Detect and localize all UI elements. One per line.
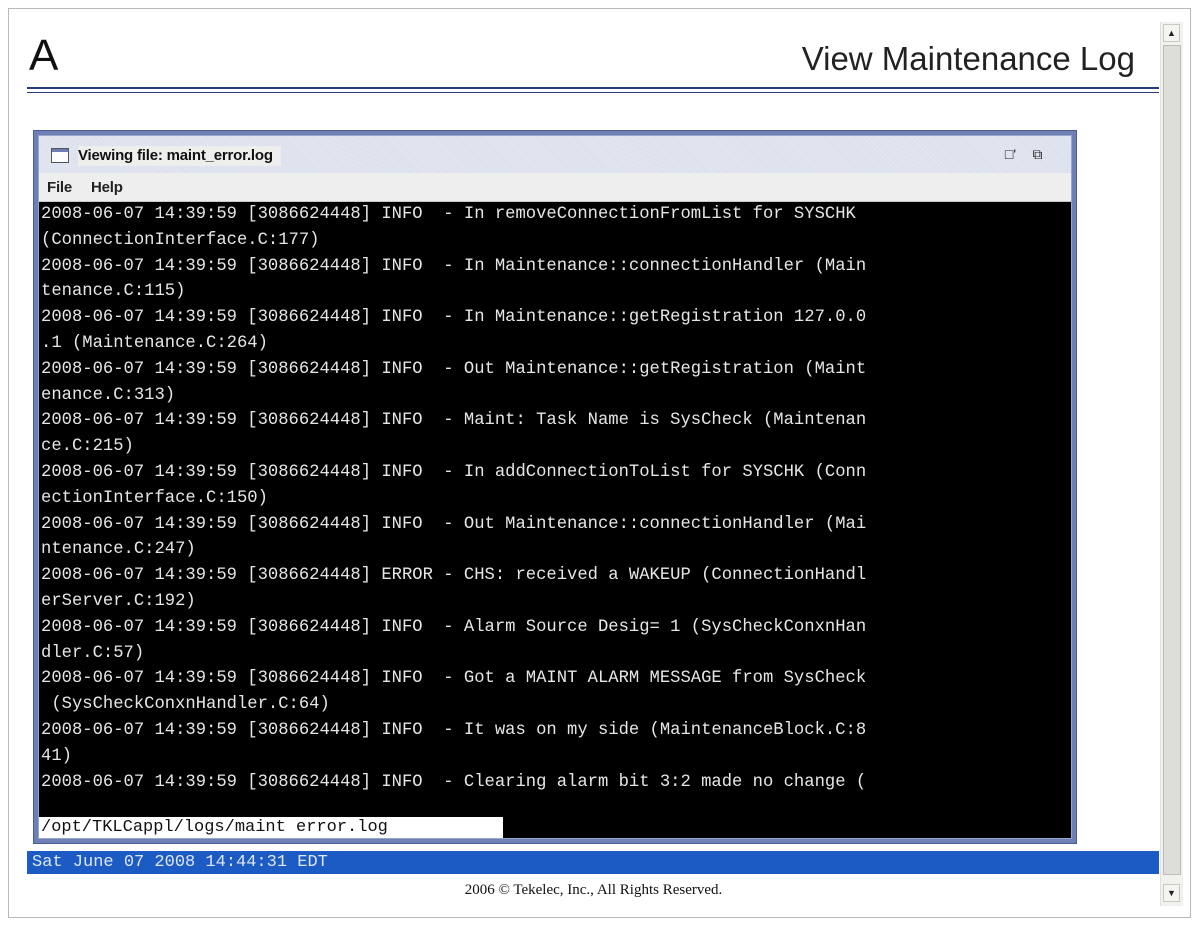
- log-line: 2008-06-07 14:39:59 [3086624448] INFO - …: [41, 720, 867, 740]
- log-line: ce.C:215): [41, 437, 134, 457]
- log-line: 2008-06-07 14:39:59 [3086624448] INFO - …: [41, 205, 856, 224]
- scroll-thumb[interactable]: [1163, 45, 1181, 875]
- status-datetime: Sat June 07 2008 14:44:31 EDT: [32, 853, 328, 872]
- log-line: tenance.C:115): [41, 282, 186, 302]
- log-line: ectionInterface.C:150): [41, 488, 268, 508]
- log-line: ntenance.C:247): [41, 540, 196, 560]
- log-line: 2008-06-07 14:39:59 [3086624448] INFO - …: [41, 514, 867, 534]
- log-line: .1 (Maintenance.C:264): [41, 333, 268, 353]
- page-title: View Maintenance Log: [801, 40, 1135, 77]
- log-line: 2008-06-07 14:39:59 [3086624448] INFO - …: [41, 462, 867, 482]
- log-line: 2008-06-07 14:39:59 [3086624448] INFO - …: [41, 256, 867, 276]
- log-line: 2008-06-07 14:39:59 [3086624448] INFO - …: [41, 617, 867, 637]
- file-path: /opt/TKLCappl/logs/maint error.log: [39, 817, 503, 838]
- scroll-down-icon[interactable]: ▼: [1163, 884, 1180, 902]
- log-line: 2008-06-07 14:39:59 [3086624448] INFO - …: [41, 669, 867, 689]
- log-viewer-window: Viewing file: maint_error.log □ʹ ⧉ File …: [33, 130, 1077, 844]
- copyright: 2006 © Tekelec, Inc., All Rights Reserve…: [464, 882, 723, 898]
- log-line: 2008-06-07 14:39:59 [3086624448] INFO - …: [41, 359, 867, 379]
- log-line: dler.C:57): [41, 643, 145, 663]
- log-line: 41): [41, 746, 72, 766]
- window-titlebar[interactable]: Viewing file: maint_error.log □ʹ ⧉: [39, 136, 1071, 173]
- header-rule-thin: [27, 92, 1159, 93]
- log-text-area[interactable]: 2008-06-07 14:39:59 [3086624448] INFO - …: [39, 202, 1071, 838]
- window-title: Viewing file: maint_error.log: [78, 146, 281, 166]
- log-line: 2008-06-07 14:39:59 [3086624448] INFO - …: [41, 411, 867, 431]
- scroll-up-icon[interactable]: ▲: [1163, 24, 1180, 42]
- maximize-icon[interactable]: ⧉: [1029, 146, 1046, 163]
- page: A View Maintenance Log Viewing file: mai…: [9, 9, 1160, 917]
- header-rule: [27, 87, 1159, 89]
- status-bar: Sat June 07 2008 14:44:31 EDT: [27, 851, 1159, 874]
- log-line: (SysCheckConxnHandler.C:64): [41, 695, 330, 715]
- minimize-icon[interactable]: □ʹ: [1002, 146, 1019, 163]
- log-line: enance.C:313): [41, 385, 176, 405]
- log-line: (ConnectionInterface.C:177): [41, 230, 320, 250]
- log-line: erServer.C:192): [41, 591, 196, 611]
- logo: A: [29, 31, 59, 80]
- menu-help[interactable]: Help: [91, 179, 123, 196]
- log-line: 2008-06-07 14:39:59 [3086624448] INFO - …: [41, 308, 867, 328]
- page-scrollbar[interactable]: ▲ ▼: [1160, 22, 1183, 906]
- log-viewer-body: Viewing file: maint_error.log □ʹ ⧉ File …: [38, 135, 1072, 839]
- log-line: 2008-06-07 14:39:59 [3086624448] ERROR -…: [41, 566, 867, 586]
- log-line: 2008-06-07 14:39:59 [3086624448] INFO - …: [41, 772, 867, 792]
- menu-bar: File Help: [39, 173, 1071, 202]
- window-icon: [51, 148, 69, 163]
- menu-file[interactable]: File: [47, 179, 72, 196]
